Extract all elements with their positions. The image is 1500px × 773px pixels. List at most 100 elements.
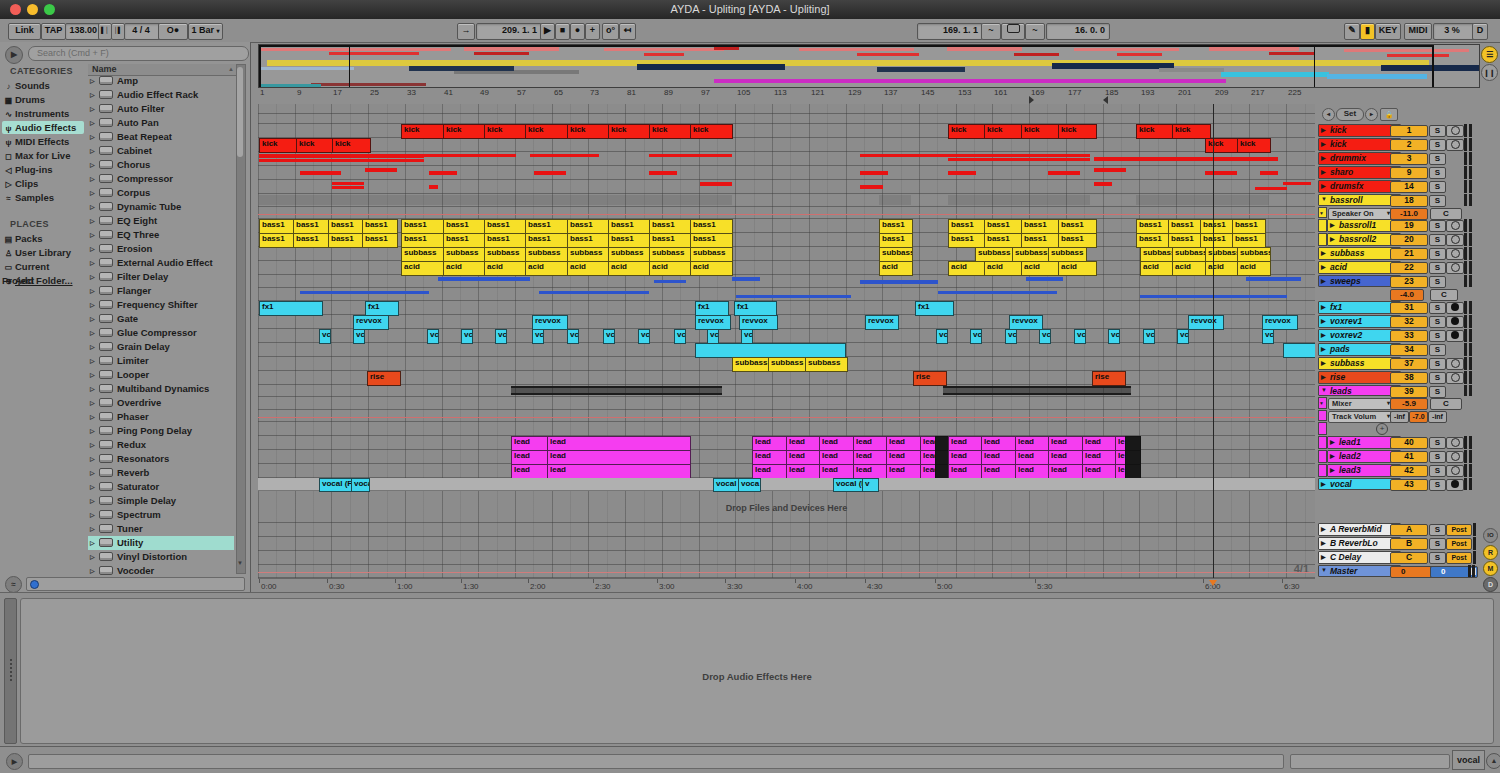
disclosure-triangle-icon[interactable]: ▷ xyxy=(88,508,99,522)
disclosure-triangle-icon[interactable]: ▷ xyxy=(88,326,99,340)
arm-button[interactable] xyxy=(1446,262,1464,274)
clip-subbass[interactable]: subbass xyxy=(732,357,771,372)
clip-subbass[interactable]: subbass xyxy=(525,247,568,262)
disclosure-triangle-icon[interactable]: ▷ xyxy=(88,550,99,564)
disclosure-triangle-icon[interactable]: ▷ xyxy=(88,284,99,298)
track-lane-voxrev2[interactable]: vcvcvcvcvcvcvcvcvcvcvcvcvcvcvcvcvcvcvcvc… xyxy=(258,329,1315,343)
clip-fx1[interactable]: fx1 xyxy=(915,301,954,316)
clip-lead[interactable]: lead xyxy=(511,436,548,451)
clip-vc[interactable]: vc xyxy=(1262,329,1274,344)
disclosure-triangle-icon[interactable]: ▷ xyxy=(88,452,99,466)
track-play-icon[interactable]: ▶ xyxy=(1321,303,1326,310)
solo-button[interactable]: S xyxy=(1429,302,1446,314)
track-lane-sweeps-auto[interactable] xyxy=(258,288,1315,301)
solo-button[interactable]: S xyxy=(1429,248,1446,260)
disclosure-triangle-icon[interactable]: ▷ xyxy=(88,74,99,88)
track-number-lead1[interactable]: 40 xyxy=(1390,437,1428,449)
play-button[interactable]: ▶ xyxy=(540,23,555,40)
browser-item-filter-delay[interactable]: ▷Filter Delay xyxy=(88,270,234,284)
track-play-icon[interactable]: ▶ xyxy=(1321,277,1326,284)
punch-in-button[interactable]: ~ xyxy=(981,23,1001,40)
browser-item-eq-eight[interactable]: ▷EQ Eight xyxy=(88,214,234,228)
solo-button[interactable]: S xyxy=(1429,139,1446,151)
return-track-name[interactable]: A ReverbMid▶ xyxy=(1318,523,1401,536)
track-lane-master[interactable]: 4/1 xyxy=(258,565,1315,578)
arm-button[interactable] xyxy=(1446,316,1464,328)
sidebar-item-audio-effects[interactable]: ψAudio Effects xyxy=(2,121,84,134)
solo-button[interactable]: S xyxy=(1429,153,1446,165)
track-play-icon[interactable]: ▶ xyxy=(1330,221,1335,228)
clip-lead[interactable]: lead xyxy=(1048,436,1084,451)
clip-acid[interactable]: acid xyxy=(1140,261,1174,276)
track-name-subbass-21[interactable]: subbass▶ xyxy=(1318,247,1401,260)
disclosure-triangle-icon[interactable]: ▷ xyxy=(88,116,99,130)
loop-length-field[interactable]: 16. 0. 0 xyxy=(1046,23,1110,40)
clip-subbass[interactable]: subbass xyxy=(1205,247,1239,262)
track-number-bassroll2[interactable]: 20 xyxy=(1390,234,1428,246)
clip-bass1[interactable]: bass1 xyxy=(1021,233,1060,248)
clip-bass1[interactable]: bass1 xyxy=(401,219,444,234)
disclosure-triangle-icon[interactable]: ▷ xyxy=(88,494,99,508)
clip-vc[interactable]: vc xyxy=(1074,329,1086,344)
clip-lead[interactable]: lead xyxy=(1082,464,1118,479)
track-lane-return-b[interactable] xyxy=(258,537,1315,551)
clip-subbass[interactable]: subbass xyxy=(1172,247,1206,262)
browser-item-utility[interactable]: ▷Utility xyxy=(88,536,234,550)
track-name-acid[interactable]: acid▶ xyxy=(1318,261,1401,274)
punch-out-button[interactable]: ~ xyxy=(1025,23,1045,40)
arm-button[interactable] xyxy=(1446,330,1464,342)
browser-item-redux[interactable]: ▷Redux xyxy=(88,438,234,452)
sidebar-item-plug-ins[interactable]: ◁Plug-ins xyxy=(2,163,84,176)
track-number-vocal[interactable]: 43 xyxy=(1390,479,1428,491)
solo-button[interactable]: S xyxy=(1429,372,1446,384)
track-name-pads[interactable]: pads▶ xyxy=(1318,343,1401,356)
set-marker-button[interactable]: Set xyxy=(1336,108,1364,121)
clip-bass1[interactable]: bass1 xyxy=(328,233,364,248)
clip-pads[interactable] xyxy=(695,343,846,358)
clip-lead[interactable]: lead xyxy=(853,450,889,465)
track-lane-return-a[interactable] xyxy=(258,523,1315,537)
disclosure-triangle-icon[interactable]: ▷ xyxy=(88,410,99,424)
disclosure-triangle-icon[interactable]: ▷ xyxy=(88,354,99,368)
disclosure-triangle-icon[interactable]: ▷ xyxy=(88,214,99,228)
arm-button[interactable] xyxy=(1446,234,1464,246)
track-play-icon[interactable]: ▶ xyxy=(1330,438,1335,445)
loop-lock-button[interactable]: 🔒 xyxy=(1380,108,1398,121)
browser-item-reverb[interactable]: ▷Reverb xyxy=(88,466,234,480)
clip-vc[interactable]: vc xyxy=(353,329,365,344)
preview-scrub-bar[interactable] xyxy=(26,577,245,591)
disclosure-triangle-icon[interactable]: ▷ xyxy=(88,522,99,536)
clip-acid[interactable]: acid xyxy=(1172,261,1206,276)
clip-lead[interactable]: lead xyxy=(948,450,984,465)
track-name-drumsfx[interactable]: drumsfx▶ xyxy=(1318,180,1401,193)
track-play-icon[interactable]: ▶ xyxy=(1321,182,1326,189)
track-number-kick-2[interactable]: 2 xyxy=(1390,139,1428,151)
clip-rise[interactable]: rise xyxy=(913,371,947,386)
automation-fold-icon[interactable]: ▼ xyxy=(1319,400,1324,406)
clip-bass1[interactable]: bass1 xyxy=(443,219,486,234)
browser-item-multiband-dynamics[interactable]: ▷Multiband Dynamics xyxy=(88,382,234,396)
clip-bass1[interactable]: bass1 xyxy=(984,233,1023,248)
clip-subbass[interactable]: subbass xyxy=(805,357,848,372)
return-track-name[interactable]: B ReverbLo▶ xyxy=(1318,537,1401,550)
clip-lead2[interactable] xyxy=(935,450,949,465)
browser-item-auto-filter[interactable]: ▷Auto Filter xyxy=(88,102,234,116)
disclosure-triangle-icon[interactable]: ▷ xyxy=(88,270,99,284)
track-play-icon[interactable]: ▶ xyxy=(1321,317,1326,324)
return-letter[interactable]: A xyxy=(1390,524,1428,536)
master-track-name[interactable]: Master▼ xyxy=(1318,565,1401,577)
track-number-drumsfx[interactable]: 14 xyxy=(1390,181,1428,193)
clip-vocal (Fre[interactable]: vocal (Fre xyxy=(833,478,864,492)
track-lane-lead1[interactable]: leadleadleadleadleadleadleadleadleadlead… xyxy=(258,436,1315,450)
clip-lead[interactable]: lead xyxy=(547,436,691,451)
clip-subbass[interactable]: subbass xyxy=(443,247,486,262)
browser-scrollbar[interactable]: ▼ xyxy=(236,64,246,574)
clip-lead[interactable]: lead xyxy=(1015,436,1051,451)
track-lane-spacer1[interactable] xyxy=(258,104,1315,114)
tap-button[interactable]: TAP xyxy=(41,23,66,40)
track-play-icon[interactable]: ▶ xyxy=(1321,263,1326,270)
browser-item-simple-delay[interactable]: ▷Simple Delay xyxy=(88,494,234,508)
clip-kick[interactable]: kick xyxy=(1021,124,1060,139)
track-play-icon[interactable]: ▶ xyxy=(1321,154,1326,161)
clip-kick[interactable]: kick xyxy=(1058,124,1097,139)
